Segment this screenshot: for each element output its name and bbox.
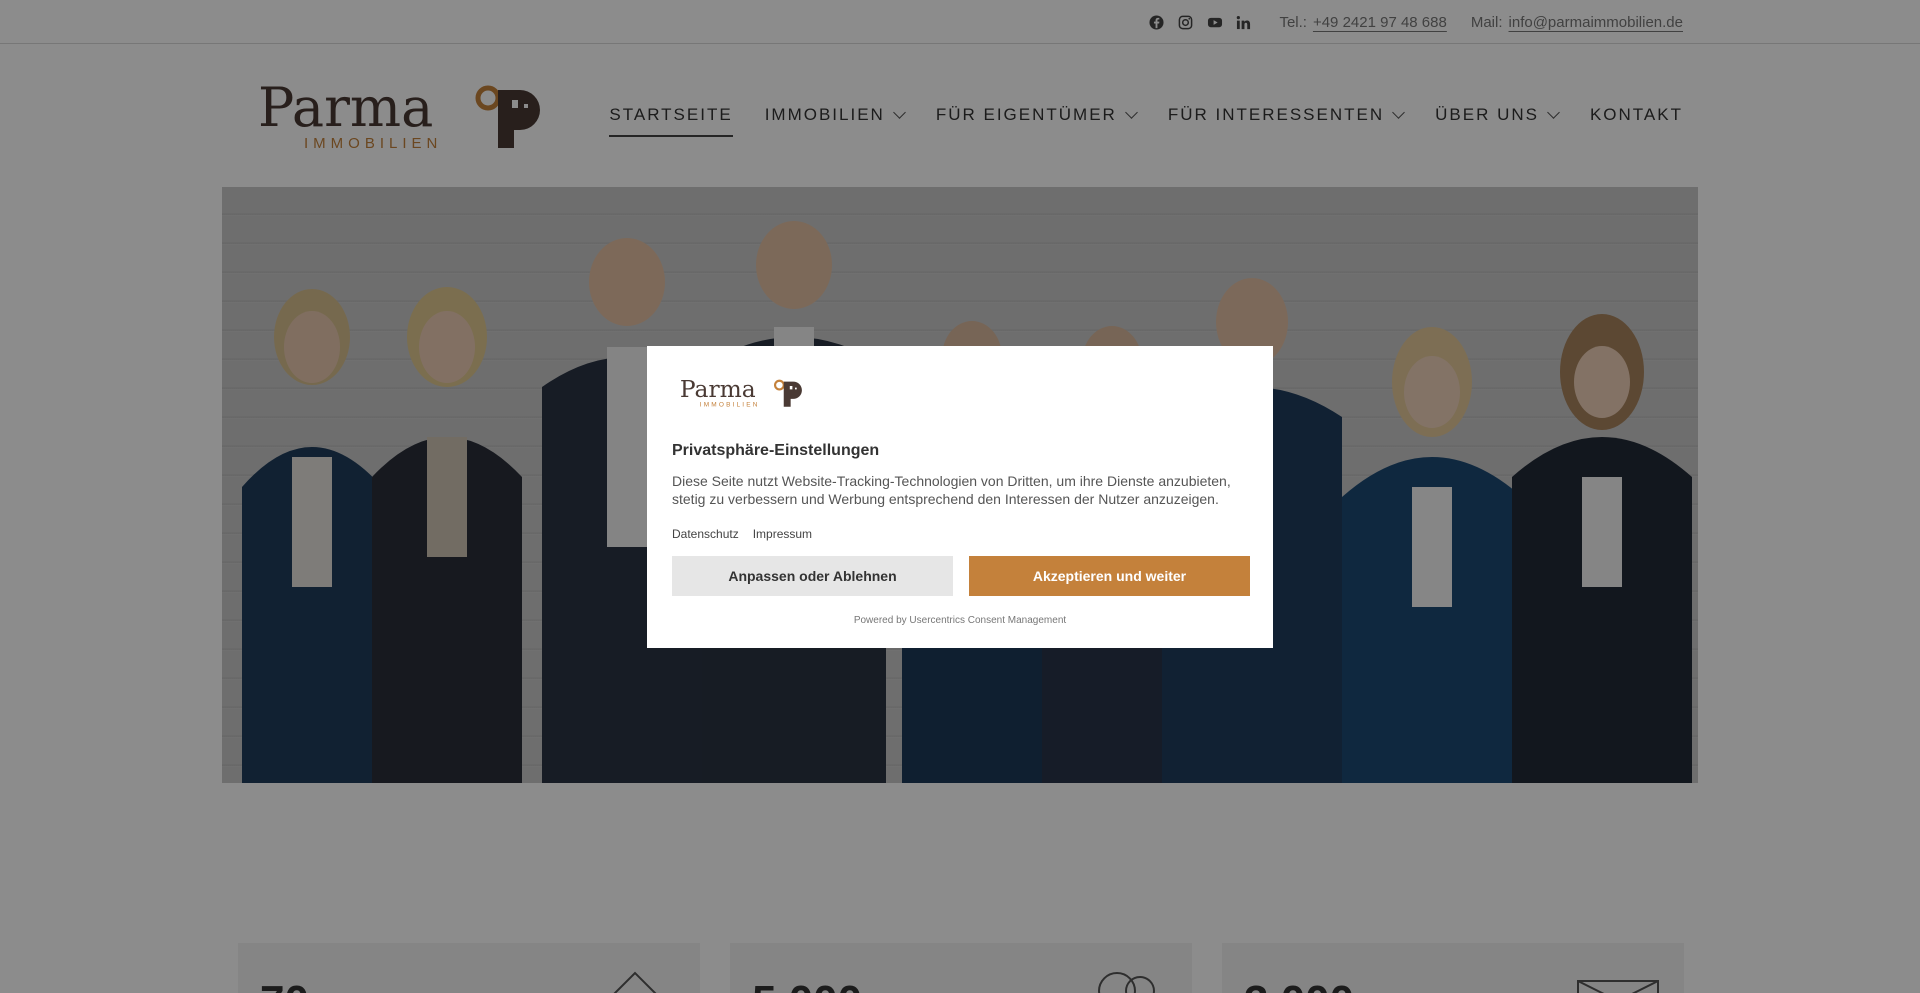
consent-logo: Parma IMMOBILIEN bbox=[679, 375, 811, 409]
logo-wordmark: Parma bbox=[680, 376, 756, 403]
consent-title: Privatsphäre-Einstellungen bbox=[672, 442, 880, 459]
privacy-link[interactable]: Datenschutz bbox=[672, 527, 739, 541]
logo-subtitle: IMMOBILIEN bbox=[700, 402, 760, 408]
consent-dialog: Parma IMMOBILIEN Privatsphäre-Einstellun… bbox=[647, 346, 1273, 648]
customize-or-deny-button[interactable]: Anpassen oder Ablehnen bbox=[672, 556, 953, 596]
imprint-link[interactable]: Impressum bbox=[753, 527, 812, 541]
consent-links: Datenschutz Impressum bbox=[672, 527, 812, 541]
accept-button[interactable]: Akzeptieren und weiter bbox=[969, 556, 1250, 596]
consent-description: Diese Seite nutzt Website-Tracking-Techn… bbox=[672, 473, 1231, 507]
powered-by-text: Powered by Usercentrics Consent Manageme… bbox=[853, 615, 1067, 626]
